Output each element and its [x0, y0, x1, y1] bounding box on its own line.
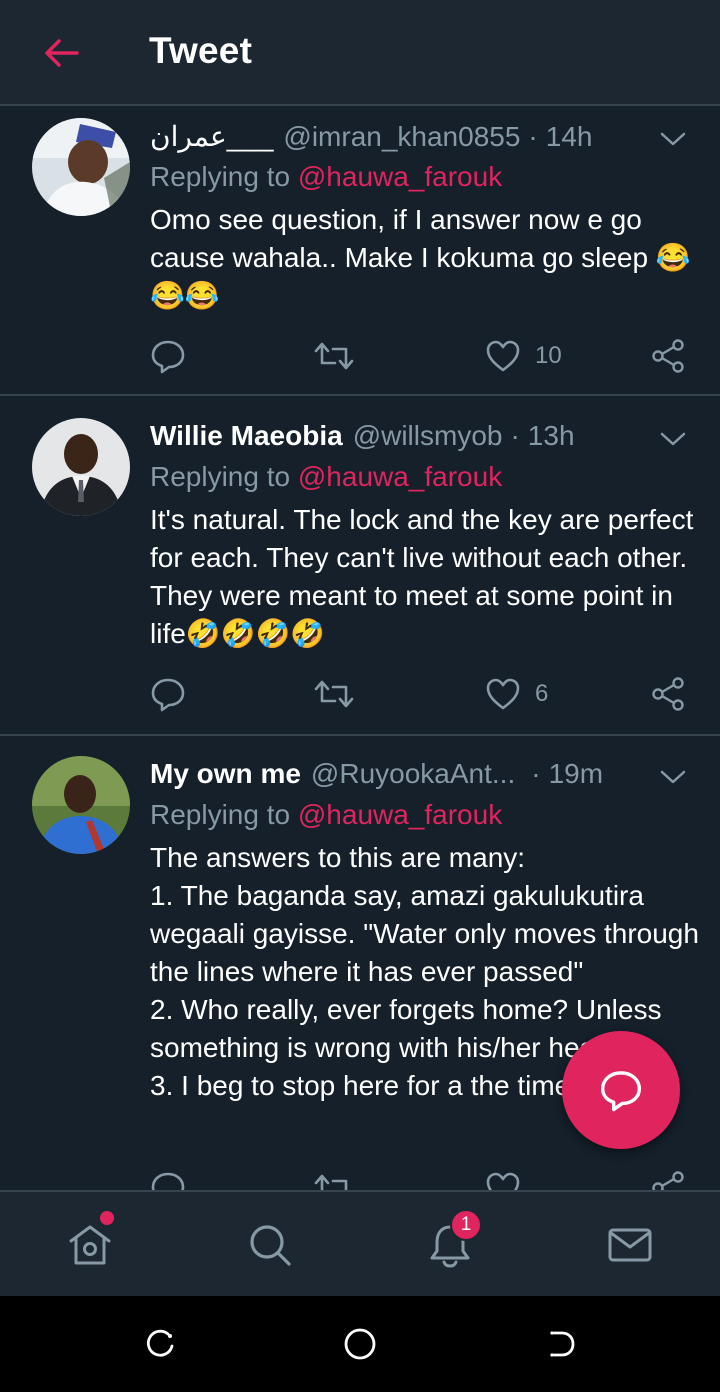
- tweet-header: عمران___ @imran_khan0855 · 14h: [150, 120, 650, 156]
- tweet-header: My own me @RuyookaAnt... · 19m: [150, 758, 650, 794]
- system-home-button[interactable]: [338, 1322, 382, 1366]
- reply-icon: [151, 678, 185, 712]
- like-count: 6: [535, 680, 549, 707]
- separator-dot: ·: [528, 121, 538, 152]
- mail-icon: [608, 1228, 652, 1262]
- retweet-button[interactable]: [313, 334, 369, 378]
- avatar[interactable]: [32, 756, 130, 854]
- bottom-tab-bar: 1: [0, 1190, 720, 1296]
- share-icon: [652, 339, 684, 373]
- tab-search[interactable]: [245, 1220, 295, 1270]
- tweet-card[interactable]: Willie Maeobia @willsmyob · 13h Replying…: [0, 398, 720, 736]
- avatar[interactable]: [32, 418, 130, 516]
- replying-to: Replying to @hauwa_farouk: [150, 799, 502, 831]
- like-button[interactable]: 10: [485, 334, 562, 378]
- author-handle[interactable]: @willsmyob: [353, 420, 503, 452]
- replying-to: Replying to @hauwa_farouk: [150, 461, 502, 493]
- like-button[interactable]: 6: [485, 672, 548, 716]
- share-icon: [652, 1171, 684, 1190]
- arrow-left-icon: [45, 39, 79, 67]
- mention-link[interactable]: @hauwa_farouk: [298, 461, 502, 492]
- like-count: 10: [535, 342, 562, 369]
- replying-label: Replying to: [150, 799, 291, 830]
- tweet-actions: 10: [150, 334, 695, 378]
- tweet-menu-button[interactable]: [656, 760, 690, 794]
- author-name[interactable]: Willie Maeobia: [150, 420, 343, 452]
- tweet-time: 19m: [548, 758, 604, 789]
- author-name[interactable]: My own me: [150, 758, 301, 790]
- recent-apps-button[interactable]: [138, 1322, 182, 1366]
- tweet-time: 14h: [545, 121, 593, 152]
- replying-to: Replying to @hauwa_farouk: [150, 161, 502, 193]
- heart-icon: [486, 678, 520, 710]
- back-button[interactable]: [36, 30, 86, 76]
- home-circle-icon: [344, 1328, 376, 1360]
- mention-link[interactable]: @hauwa_farouk: [298, 161, 502, 192]
- replying-label: Replying to: [150, 161, 291, 192]
- back-icon: [550, 1331, 575, 1357]
- like-button[interactable]: [485, 1166, 521, 1190]
- search-icon: [250, 1225, 291, 1266]
- page-title: Tweet: [149, 30, 253, 71]
- author-handle[interactable]: @imran_khan0855: [283, 121, 520, 153]
- retweet-icon: [314, 1174, 348, 1190]
- tweet-menu-button[interactable]: [656, 422, 690, 456]
- retweet-icon: [314, 342, 354, 370]
- chevron-down-icon: [660, 770, 686, 784]
- tweet-text: Omo see question, if I answer now e go c…: [150, 204, 691, 311]
- notification-badge: 1: [450, 1209, 482, 1241]
- author-name[interactable]: عمران___: [150, 120, 273, 153]
- new-tweets-dot: [100, 1211, 114, 1225]
- reply-icon: [151, 1172, 185, 1190]
- retweet-button[interactable]: [313, 672, 369, 716]
- share-button[interactable]: [650, 1166, 686, 1190]
- tweet-menu-button[interactable]: [656, 122, 690, 156]
- top-app-bar: Tweet: [0, 0, 720, 106]
- share-icon: [652, 677, 684, 711]
- heart-icon: [486, 340, 520, 372]
- tweet-time: 13h: [527, 420, 575, 451]
- replying-label: Replying to: [150, 461, 291, 492]
- chevron-down-icon: [660, 432, 686, 446]
- tab-home[interactable]: [65, 1220, 115, 1270]
- reply-icon: [151, 340, 185, 374]
- tweet-card[interactable]: عمران___ @imran_khan0855 · 14h Replying …: [0, 108, 720, 396]
- retweet-icon: [314, 680, 354, 708]
- separator-dot: ·: [531, 758, 541, 789]
- avatar[interactable]: [32, 118, 130, 216]
- separator-dot: ·: [510, 420, 520, 451]
- share-button[interactable]: [650, 672, 686, 716]
- home-icon: [69, 1225, 111, 1265]
- tweet-actions: [150, 1166, 695, 1190]
- share-button[interactable]: [650, 334, 686, 378]
- tweet-text: It's natural. The lock and the key are p…: [150, 504, 702, 649]
- reply-button[interactable]: [150, 334, 200, 378]
- compose-reply-button[interactable]: [562, 1031, 680, 1149]
- mention-link[interactable]: @hauwa_farouk: [298, 799, 502, 830]
- author-handle[interactable]: @RuyookaAnt...: [311, 758, 515, 790]
- reply-feed[interactable]: عمران___ @imran_khan0855 · 14h Replying …: [0, 108, 720, 1190]
- tweet-actions: 6: [150, 672, 695, 716]
- system-navigation-bar: [0, 1296, 720, 1392]
- reply-button[interactable]: [150, 1166, 186, 1190]
- tweet-header: Willie Maeobia @willsmyob · 13h: [150, 420, 650, 456]
- system-back-button[interactable]: [538, 1322, 582, 1366]
- chevron-down-icon: [660, 132, 686, 146]
- tab-messages[interactable]: [605, 1220, 655, 1270]
- retweet-button[interactable]: [313, 1166, 355, 1190]
- recent-apps-icon: [146, 1329, 174, 1357]
- reply-button[interactable]: [150, 672, 200, 716]
- compose-reply-icon: [600, 1071, 642, 1112]
- heart-icon: [486, 1172, 520, 1190]
